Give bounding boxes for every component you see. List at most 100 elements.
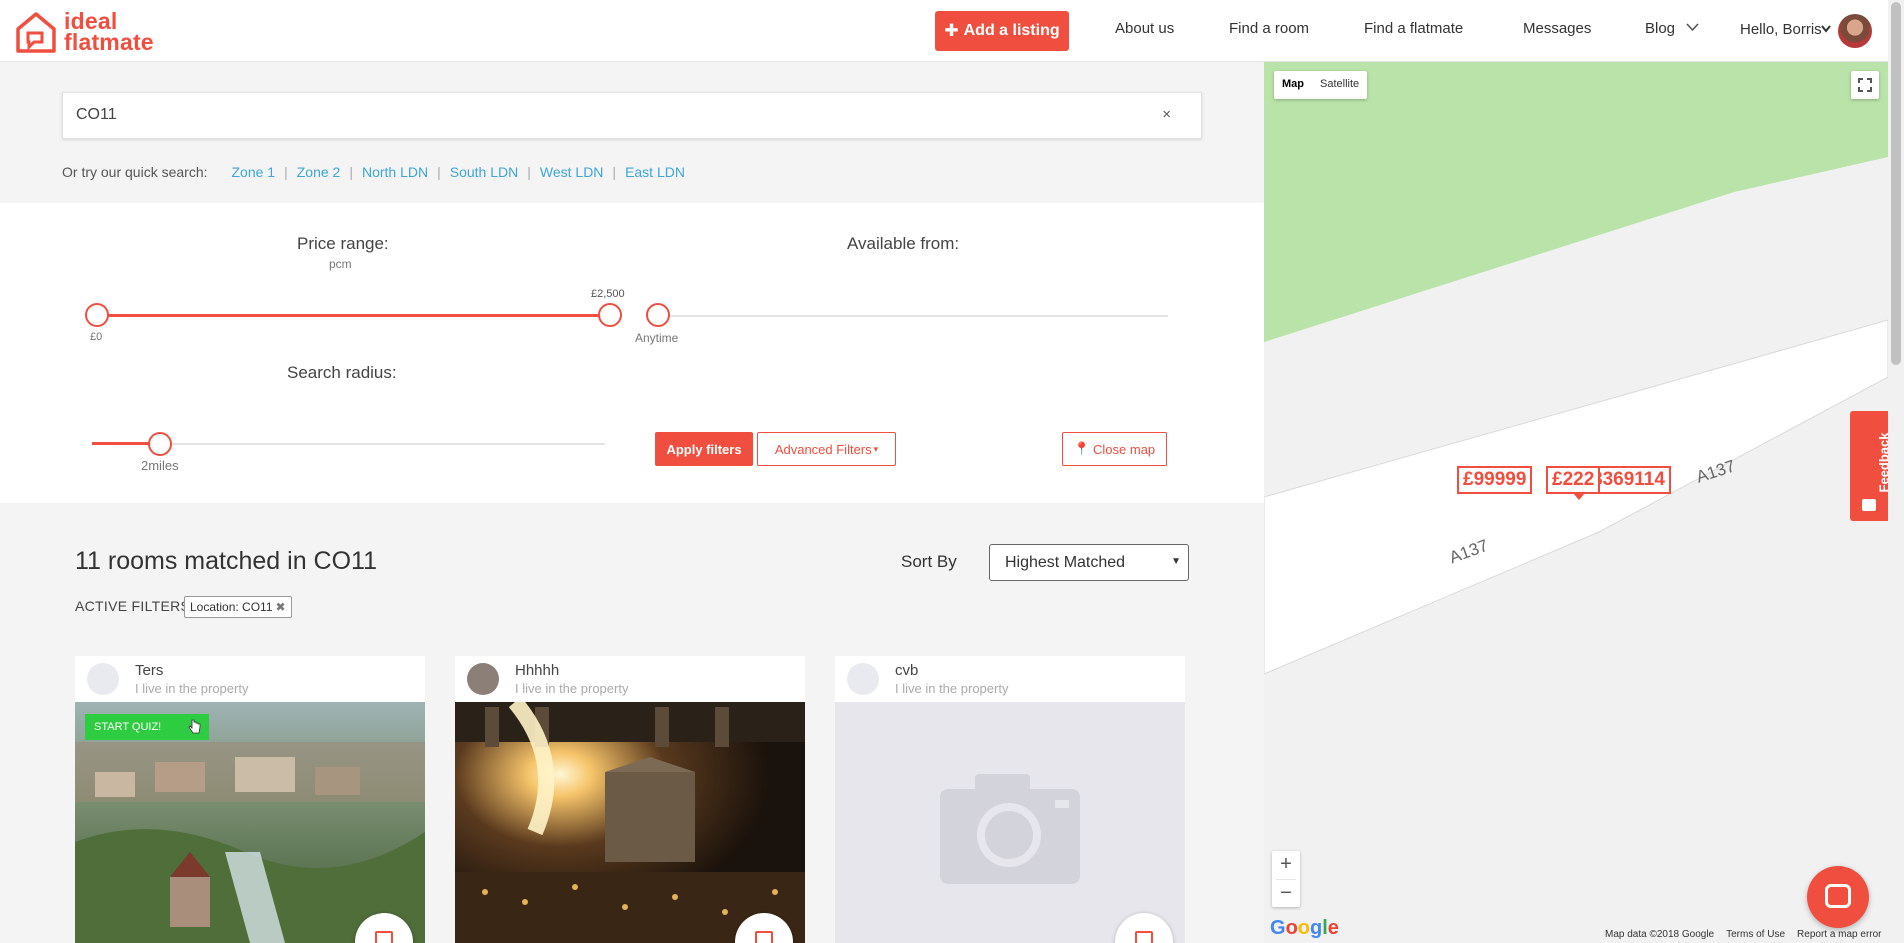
feedback-icon <box>1862 499 1876 511</box>
owner-name: Ters <box>135 662 164 679</box>
map-type-map[interactable]: Map <box>1274 71 1312 99</box>
sort-by-select[interactable]: Highest Matched ▼ <box>989 544 1189 581</box>
zoom-in-button[interactable]: + <box>1272 851 1300 879</box>
active-filters-label: ACTIVE FILTERS <box>75 598 191 614</box>
active-filter-chip[interactable]: Location: CO11 ✖ <box>184 596 292 618</box>
house-logo-icon <box>16 12 56 53</box>
map-type-satellite[interactable]: Satellite <box>1312 71 1367 99</box>
map-zoom-controls[interactable]: + − <box>1272 851 1300 907</box>
page-scrollbar[interactable] <box>1888 0 1904 943</box>
apply-filters-button[interactable]: Apply filters <box>655 432 753 466</box>
price-min-handle[interactable] <box>85 303 109 327</box>
user-avatar[interactable] <box>1838 14 1872 48</box>
owner-avatar <box>87 663 119 695</box>
owner-status: I live in the property <box>515 681 629 696</box>
close-map-button[interactable]: 📍 Close map <box>1062 432 1167 466</box>
map-price-pin[interactable]: £99999 <box>1457 466 1533 494</box>
add-listing-label: Add a listing <box>963 22 1060 39</box>
price-max-handle[interactable] <box>598 303 622 327</box>
quick-link-zone-1[interactable]: Zone 1 <box>232 164 276 180</box>
room-card[interactable]: Ters I live in the property START QUIZ! <box>75 656 425 943</box>
divider: | <box>527 164 531 180</box>
quick-link-south-ldn[interactable]: South LDN <box>450 164 518 180</box>
clear-search-icon[interactable]: × <box>1162 106 1171 123</box>
user-greeting[interactable]: Hello, Borris <box>1740 21 1822 38</box>
radius-handle[interactable] <box>148 432 172 456</box>
advanced-filters-label: Advanced Filters <box>774 441 872 457</box>
fullscreen-button[interactable] <box>1851 71 1879 99</box>
remove-filter-icon[interactable]: ✖ <box>276 600 286 614</box>
room-card[interactable]: Hhhhh I live in the property <box>455 656 805 943</box>
logo-text: ideal flatmate <box>64 8 154 55</box>
divider: | <box>349 164 353 180</box>
map-type-toggle[interactable]: Map Satellite <box>1274 71 1368 99</box>
message-icon <box>375 931 393 943</box>
quick-link-east-ldn[interactable]: East LDN <box>625 164 685 180</box>
plus-icon: ✚ <box>944 21 959 40</box>
google-logo: Google <box>1270 917 1339 939</box>
terms-of-use-link[interactable]: Terms of Use <box>1726 929 1785 940</box>
sort-by-label: Sort By <box>901 552 957 571</box>
start-quiz-button[interactable]: START QUIZ! <box>85 714 209 740</box>
user-menu-chevron-icon[interactable] <box>1821 25 1831 33</box>
map-panel[interactable]: Map Satellite A137 A137 £99999 8369114 £… <box>1264 62 1888 943</box>
chat-launcher-button[interactable] <box>1807 866 1869 928</box>
search-radius-label: Search radius: <box>287 363 397 382</box>
ideal-flatmate-logo[interactable]: ideal flatmate <box>14 9 154 55</box>
sort-by-value: Highest Matched <box>1005 554 1126 571</box>
location-search-input[interactable]: CO11 × <box>62 92 1202 139</box>
search-section: CO11 × Or try our quick search: Zone 1 |… <box>0 62 1264 203</box>
price-min-value: £0 <box>90 331 103 343</box>
price-slider-fill <box>96 314 610 317</box>
owner-avatar <box>467 663 499 695</box>
nav-messages[interactable]: Messages <box>1523 20 1591 37</box>
nav-find-a-room[interactable]: Find a room <box>1229 20 1309 37</box>
report-map-error-link[interactable]: Report a map error <box>1797 929 1881 940</box>
chevron-down-icon: ▾ <box>873 443 879 454</box>
placeholder-photo[interactable] <box>835 702 1185 943</box>
quick-link-north-ldn[interactable]: North LDN <box>362 164 428 180</box>
nav-about-us[interactable]: About us <box>1115 20 1174 37</box>
nav-blog[interactable]: Blog <box>1645 20 1675 37</box>
map-data-credit: Map data ©2018 Google <box>1605 929 1715 940</box>
available-from-handle[interactable] <box>646 303 670 327</box>
pointer-hand-icon <box>188 719 201 734</box>
message-icon <box>755 931 773 943</box>
chevron-down-icon[interactable] <box>1686 22 1699 32</box>
advanced-filters-button[interactable]: Advanced Filters ▾ <box>757 432 896 466</box>
divider: | <box>437 164 441 180</box>
map-canvas[interactable] <box>1264 62 1888 943</box>
radius-value: 2miles <box>141 458 179 473</box>
results-count-title: 11 rooms matched in CO11 <box>75 547 377 575</box>
owner-name: Hhhhh <box>515 662 560 679</box>
quick-link-zone-2[interactable]: Zone 2 <box>297 164 341 180</box>
divider: | <box>284 164 288 180</box>
chat-icon <box>1825 884 1851 908</box>
active-filter-chip-label: Location: CO11 <box>190 600 273 614</box>
nav-find-a-flatmate[interactable]: Find a flatmate <box>1364 20 1463 37</box>
feedback-tab[interactable]: Feedback <box>1850 411 1888 521</box>
fullscreen-icon <box>1858 78 1872 92</box>
room-photo[interactable] <box>455 702 805 943</box>
price-unit-label: pcm <box>329 257 352 271</box>
feedback-label: Feedback <box>1876 432 1888 493</box>
chevron-down-icon: ▼ <box>1171 556 1181 567</box>
message-icon <box>1135 931 1153 943</box>
zoom-out-button[interactable]: − <box>1272 880 1300 908</box>
quick-search: Or try our quick search: Zone 1 | Zone 2… <box>62 164 685 180</box>
search-value: CO11 <box>76 106 117 123</box>
map-marker-icon: 📍 <box>1073 441 1091 456</box>
add-listing-button[interactable]: ✚ Add a listing <box>935 11 1069 51</box>
map-price-pin[interactable]: £222 <box>1546 466 1601 494</box>
scrollbar-thumb[interactable] <box>1891 2 1901 365</box>
map-attribution: Map data ©2018 Google Terms of Use Repor… <box>1605 929 1882 940</box>
owner-status: I live in the property <box>895 681 1009 696</box>
available-slider-track[interactable] <box>658 315 1168 317</box>
owner-avatar <box>847 663 879 695</box>
owner-name: cvb <box>895 662 919 679</box>
owner-status: I live in the property <box>135 681 249 696</box>
room-card[interactable]: cvb I live in the property <box>835 656 1185 943</box>
quick-link-west-ldn[interactable]: West LDN <box>540 164 604 180</box>
available-from-label: Available from: <box>847 234 960 253</box>
price-max-value: £2,500 <box>591 288 625 300</box>
